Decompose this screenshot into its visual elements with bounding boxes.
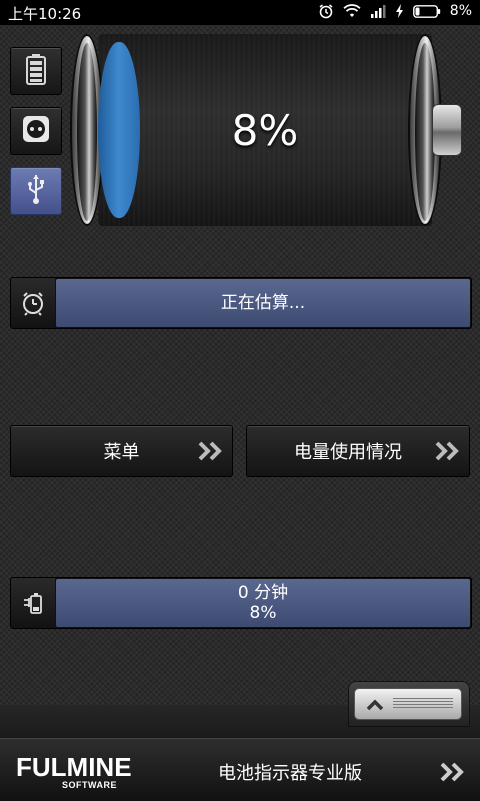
double-chevron-right-icon xyxy=(435,440,461,467)
wifi-icon xyxy=(343,4,361,18)
usb-mode-button[interactable] xyxy=(10,167,62,215)
remaining-time-bar: 0 分钟 8% xyxy=(10,577,472,629)
menu-button-label: 菜单 xyxy=(103,442,140,463)
double-chevron-right-icon xyxy=(440,761,466,787)
fulmine-logo: FULMINE SOFTWARE xyxy=(16,753,156,793)
battery-percent: 8% xyxy=(231,105,299,155)
status-bar: 上午10:26 8% xyxy=(0,0,480,25)
remaining-percent-text: 8% xyxy=(249,603,277,623)
charging-icon xyxy=(395,4,404,18)
double-chevron-right-icon xyxy=(198,440,224,467)
battery-graphic: 8% xyxy=(70,34,462,226)
logo-main-text: FULMINE xyxy=(16,752,132,782)
remaining-panel: 0 分钟 8% xyxy=(56,579,470,627)
status-icons: 8% xyxy=(318,3,472,19)
status-battery-percent: 8% xyxy=(449,3,472,19)
battery-usage-button[interactable]: 电量使用情况 xyxy=(246,425,470,477)
alarm-icon xyxy=(318,3,334,19)
signal-icon xyxy=(370,4,386,18)
drawer-handle-button[interactable] xyxy=(354,688,462,720)
usb-icon xyxy=(25,173,47,209)
battery-plug-icon xyxy=(11,578,55,628)
power-outlet-icon xyxy=(21,114,51,148)
charge-status-bar: 正在估算... xyxy=(10,277,472,329)
remaining-time-text: 0 分钟 xyxy=(237,583,289,603)
ad-title: 电池指示器专业版 xyxy=(218,763,362,784)
grip-lines xyxy=(393,698,453,710)
battery-terminal xyxy=(432,104,462,156)
battery-usage-button-label: 电量使用情况 xyxy=(294,442,402,463)
battery-mode-button[interactable] xyxy=(10,47,62,95)
ac-mode-button[interactable] xyxy=(10,107,62,155)
chevron-up-icon xyxy=(365,697,385,716)
battery-icon xyxy=(412,4,441,18)
stopwatch-icon xyxy=(11,278,55,328)
logo-sub-text: SOFTWARE xyxy=(62,780,117,790)
battery-icon xyxy=(25,53,47,89)
ad-banner[interactable]: FULMINE SOFTWARE 电池指示器专业版 xyxy=(0,738,480,801)
menu-button[interactable]: 菜单 xyxy=(10,425,233,477)
status-time: 上午10:26 xyxy=(8,5,82,23)
charge-status-text: 正在估算... xyxy=(220,293,306,313)
charge-status-panel: 正在估算... xyxy=(56,279,470,327)
